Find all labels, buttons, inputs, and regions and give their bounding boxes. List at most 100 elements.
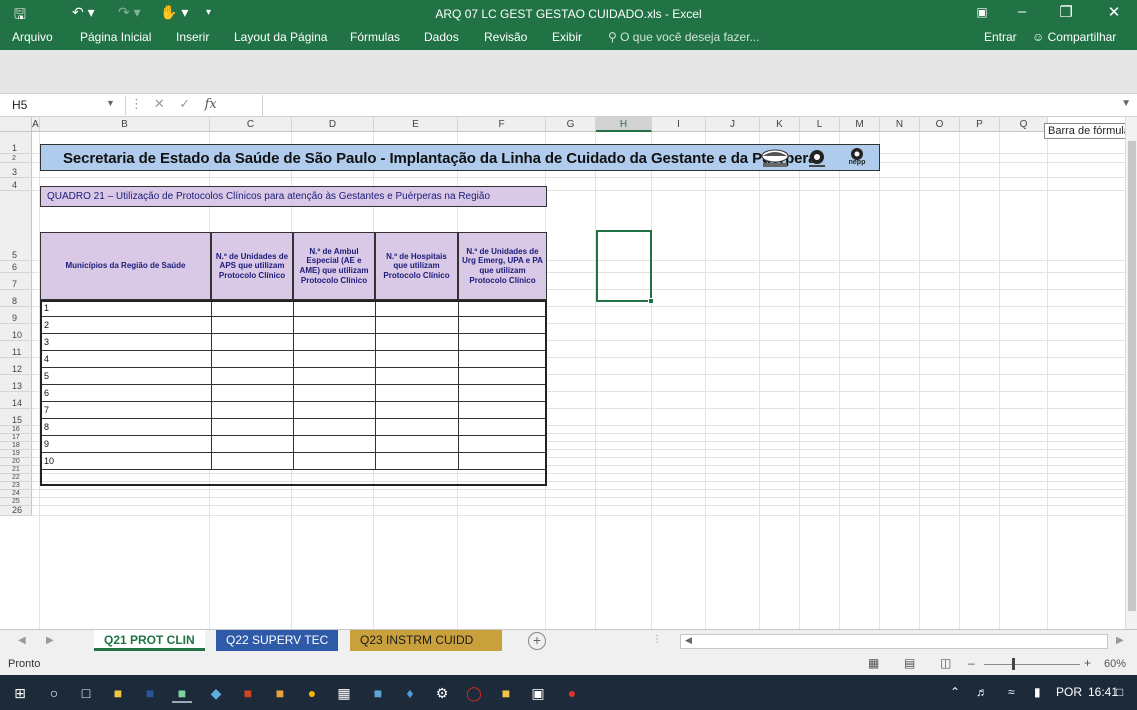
table-cell[interactable] xyxy=(211,402,293,419)
normal-view-icon[interactable]: ▦ xyxy=(868,656,879,670)
table-cell[interactable] xyxy=(211,385,293,402)
formula-input[interactable] xyxy=(262,95,1122,116)
table-cell[interactable] xyxy=(375,368,458,385)
table-cell[interactable] xyxy=(293,419,375,436)
notifications-icon[interactable]: □ xyxy=(1116,685,1123,699)
network-icon[interactable]: ≈ xyxy=(1008,685,1015,699)
column-header-m[interactable]: M xyxy=(840,117,880,132)
row-header-20[interactable]: 20 xyxy=(0,458,32,466)
row-header-6[interactable]: 6 xyxy=(0,261,32,273)
column-header-l[interactable]: L xyxy=(800,117,840,132)
row-header-5[interactable]: 5 xyxy=(0,191,32,261)
sheet-tab-q23[interactable]: Q23 INSTRM CUIDD xyxy=(350,630,502,651)
column-header-o[interactable]: O xyxy=(920,117,960,132)
maximize-button[interactable]: ❐ xyxy=(1046,3,1086,21)
row-header-24[interactable]: 24 xyxy=(0,490,32,498)
insert-function-icon[interactable]: fx xyxy=(205,97,217,112)
table-cell[interactable] xyxy=(375,317,458,334)
tab-dados[interactable]: Dados xyxy=(424,30,459,44)
row-header-10[interactable]: 10 xyxy=(0,324,32,341)
selected-cell-h5[interactable] xyxy=(596,230,654,304)
row-header-8[interactable]: 8 xyxy=(0,290,32,307)
sheet-tab-q21[interactable]: Q21 PROT CLIN xyxy=(94,630,205,651)
word-icon[interactable]: ■ xyxy=(140,683,160,703)
opera-icon[interactable]: ◯ xyxy=(464,683,484,703)
cancel-icon[interactable]: ✕ xyxy=(154,96,165,111)
row-header-12[interactable]: 12 xyxy=(0,358,32,375)
table-cell[interactable] xyxy=(458,300,547,317)
language-indicator[interactable]: POR xyxy=(1056,685,1082,699)
column-header-e[interactable]: E xyxy=(374,117,458,132)
signin-link[interactable]: Entrar xyxy=(984,30,1017,44)
tray-chevron-icon[interactable]: ⌃ xyxy=(950,685,960,699)
column-header-c[interactable]: C xyxy=(210,117,292,132)
app-icon-4[interactable]: ♦ xyxy=(400,683,420,703)
row-header-16[interactable]: 16 xyxy=(0,426,32,434)
horizontal-scrollbar[interactable]: ◀ xyxy=(680,634,1108,649)
table-cell[interactable] xyxy=(458,385,547,402)
vertical-scrollbar[interactable] xyxy=(1125,117,1137,629)
scroll-right-icon[interactable]: ▶ xyxy=(1116,635,1124,646)
table-cell[interactable] xyxy=(211,368,293,385)
table-cell[interactable] xyxy=(375,334,458,351)
column-header-a[interactable]: A xyxy=(32,117,40,132)
table-cell[interactable]: 6 xyxy=(40,385,211,402)
table-cell[interactable] xyxy=(458,453,547,470)
table-cell[interactable] xyxy=(375,351,458,368)
table-cell[interactable] xyxy=(211,351,293,368)
row-header-18[interactable]: 18 xyxy=(0,442,32,450)
app-icon-2[interactable]: ■ xyxy=(270,683,290,703)
table-cell[interactable] xyxy=(458,317,547,334)
table-cell[interactable] xyxy=(458,334,547,351)
zoom-slider-thumb[interactable] xyxy=(1012,658,1015,670)
table-cell[interactable] xyxy=(293,351,375,368)
table-cell[interactable]: 5 xyxy=(40,368,211,385)
tab-exibir[interactable]: Exibir xyxy=(552,30,582,44)
row-header-26[interactable]: 26 xyxy=(0,505,32,516)
row-header-1[interactable]: 1 xyxy=(0,132,32,154)
row-header-3[interactable]: 3 xyxy=(0,163,32,178)
clock[interactable]: 16:41 xyxy=(1088,685,1118,699)
column-header-n[interactable]: N xyxy=(880,117,920,132)
zoom-slider[interactable] xyxy=(984,658,1080,670)
column-header-b[interactable]: B xyxy=(40,117,210,132)
zoom-in-icon[interactable]: + xyxy=(1084,656,1091,670)
row-header-22[interactable]: 22 xyxy=(0,474,32,482)
row-header-9[interactable]: 9 xyxy=(0,307,32,324)
row-header-7[interactable]: 7 xyxy=(0,273,32,290)
select-all-corner[interactable] xyxy=(0,117,32,132)
share-button[interactable]: ☺ Compartilhar xyxy=(1032,30,1116,44)
row-header-21[interactable]: 21 xyxy=(0,466,32,474)
column-header-i[interactable]: I xyxy=(652,117,706,132)
next-sheet-icon[interactable]: ▶ xyxy=(46,635,54,646)
tab-formulas[interactable]: Fórmulas xyxy=(350,30,400,44)
settings-icon[interactable]: ⚙ xyxy=(432,683,452,703)
page-break-icon[interactable]: ◫ xyxy=(940,656,951,670)
row-header-11[interactable]: 11 xyxy=(0,341,32,358)
column-header-d[interactable]: D xyxy=(292,117,374,132)
table-cell[interactable] xyxy=(211,317,293,334)
powerpoint-icon[interactable]: ■ xyxy=(238,683,258,703)
table-cell[interactable] xyxy=(293,402,375,419)
table-cell[interactable]: 3 xyxy=(40,334,211,351)
table-cell[interactable] xyxy=(458,402,547,419)
tell-me-search[interactable]: ⚲ O que você deseja fazer... xyxy=(608,30,760,44)
tab-revisao[interactable]: Revisão xyxy=(484,30,527,44)
add-sheet-button[interactable]: + xyxy=(528,632,546,650)
app-icon-3[interactable]: ■ xyxy=(368,683,388,703)
row-header-15[interactable]: 15 xyxy=(0,409,32,426)
table-cell[interactable] xyxy=(293,317,375,334)
table-cell[interactable] xyxy=(375,436,458,453)
table-cell[interactable] xyxy=(293,385,375,402)
file-explorer-icon[interactable]: ■ xyxy=(108,683,128,703)
app-icon-5[interactable]: ■ xyxy=(496,683,516,703)
battery-icon[interactable]: ▮ xyxy=(1034,685,1041,699)
table-cell[interactable] xyxy=(458,368,547,385)
table-cell[interactable] xyxy=(375,300,458,317)
close-button[interactable]: ✕ xyxy=(1094,3,1134,21)
task-view-icon[interactable]: □ xyxy=(76,683,96,703)
row-header-17[interactable]: 17 xyxy=(0,434,32,442)
table-cell[interactable] xyxy=(458,419,547,436)
calculator-icon[interactable]: ▦ xyxy=(334,683,354,703)
tab-splitter-icon[interactable]: ⋮ xyxy=(652,634,662,645)
